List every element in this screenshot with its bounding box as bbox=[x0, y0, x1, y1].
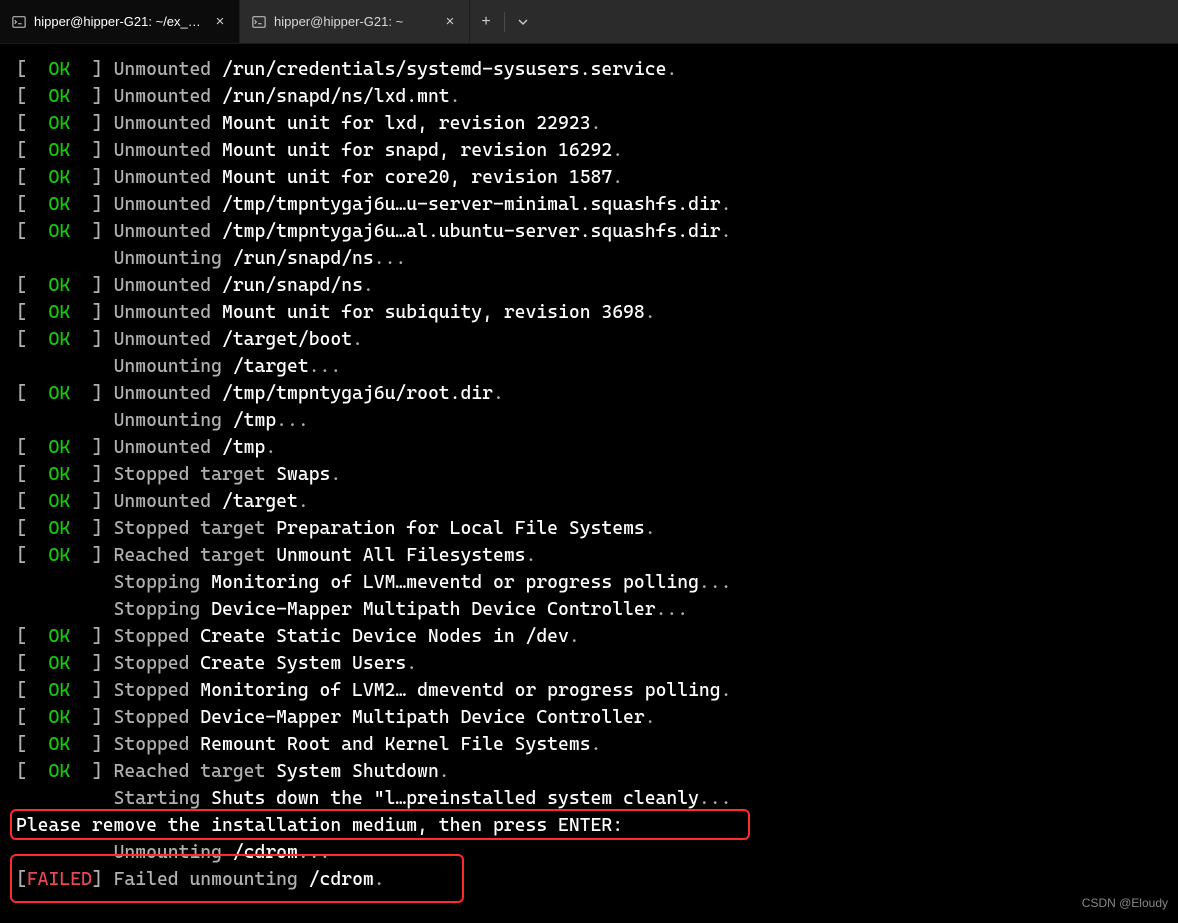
terminal-tab-2[interactable]: hipper@hipper-G21: ~ × bbox=[240, 0, 470, 43]
terminal-line: [ OK ] Unmounted /run/credentials/system… bbox=[16, 56, 1170, 83]
terminal-line: [ OK ] Unmounted /tmp/tmpntygaj6u…al.ubu… bbox=[16, 218, 1170, 245]
terminal-line: [ OK ] Stopped Monitoring of LVM2… dmeve… bbox=[16, 677, 1170, 704]
terminal-line: [ OK ] Unmounted Mount unit for subiquit… bbox=[16, 299, 1170, 326]
terminal-line: Stopping Device-Mapper Multipath Device … bbox=[16, 596, 1170, 623]
divider bbox=[504, 12, 505, 32]
terminal-line: [ OK ] Stopped target Preparation for Lo… bbox=[16, 515, 1170, 542]
terminal-line: [ OK ] Unmounted Mount unit for core20, … bbox=[16, 164, 1170, 191]
close-icon[interactable]: × bbox=[211, 13, 229, 31]
terminal-line: [ OK ] Unmounted /target/boot. bbox=[16, 326, 1170, 353]
terminal-line: [ OK ] Stopped Device-Mapper Multipath D… bbox=[16, 704, 1170, 731]
terminal-line: Please remove the installation medium, t… bbox=[16, 812, 1170, 839]
terminal-line: [ OK ] Unmounted /tmp. bbox=[16, 434, 1170, 461]
terminal-line: [ OK ] Reached target System Shutdown. bbox=[16, 758, 1170, 785]
close-icon[interactable]: × bbox=[441, 13, 459, 31]
tab-actions: + bbox=[470, 0, 539, 43]
terminal-line: [ OK ] Unmounted /run/snapd/ns. bbox=[16, 272, 1170, 299]
terminal-icon bbox=[12, 15, 26, 29]
terminal-line: [ OK ] Reached target Unmount All Filesy… bbox=[16, 542, 1170, 569]
tab-title: hipper@hipper-G21: ~ bbox=[274, 8, 433, 35]
terminal-line: Starting Shuts down the "l…preinstalled … bbox=[16, 785, 1170, 812]
terminal-line: [ OK ] Unmounted /tmp/tmpntygaj6u…u-serv… bbox=[16, 191, 1170, 218]
terminal-line: Unmounting /cdrom... bbox=[16, 839, 1170, 866]
terminal-line: [FAILED] Failed unmounting /cdrom. bbox=[16, 866, 1170, 893]
terminal-line: Unmounting /run/snapd/ns... bbox=[16, 245, 1170, 272]
terminal-icon bbox=[252, 15, 266, 29]
terminal-line: [ OK ] Unmounted Mount unit for snapd, r… bbox=[16, 137, 1170, 164]
tab-dropdown-button[interactable] bbox=[507, 0, 539, 44]
terminal-output[interactable]: [ OK ] Unmounted /run/credentials/system… bbox=[0, 44, 1178, 923]
terminal-line: [ OK ] Unmounted /run/snapd/ns/lxd.mnt. bbox=[16, 83, 1170, 110]
terminal-line: [ OK ] Stopped Remount Root and Kernel F… bbox=[16, 731, 1170, 758]
terminal-line: [ OK ] Unmounted /tmp/tmpntygaj6u/root.d… bbox=[16, 380, 1170, 407]
terminal-line: [ OK ] Stopped Create System Users. bbox=[16, 650, 1170, 677]
terminal-line: Unmounting /tmp... bbox=[16, 407, 1170, 434]
titlebar: hipper@hipper-G21: ~/ex_qem × hipper@hip… bbox=[0, 0, 1178, 44]
watermark: CSDN @Eloudy bbox=[1082, 890, 1168, 917]
terminal-tab-1[interactable]: hipper@hipper-G21: ~/ex_qem × bbox=[0, 0, 240, 43]
terminal-line: Stopping Monitoring of LVM…meventd or pr… bbox=[16, 569, 1170, 596]
terminal-line: Unmounting /target... bbox=[16, 353, 1170, 380]
terminal-line: [ OK ] Unmounted /target. bbox=[16, 488, 1170, 515]
new-tab-button[interactable]: + bbox=[470, 0, 502, 44]
tab-title: hipper@hipper-G21: ~/ex_qem bbox=[34, 8, 203, 35]
terminal-line: [ OK ] Stopped target Swaps. bbox=[16, 461, 1170, 488]
terminal-line: [ OK ] Unmounted Mount unit for lxd, rev… bbox=[16, 110, 1170, 137]
terminal-line: [ OK ] Stopped Create Static Device Node… bbox=[16, 623, 1170, 650]
